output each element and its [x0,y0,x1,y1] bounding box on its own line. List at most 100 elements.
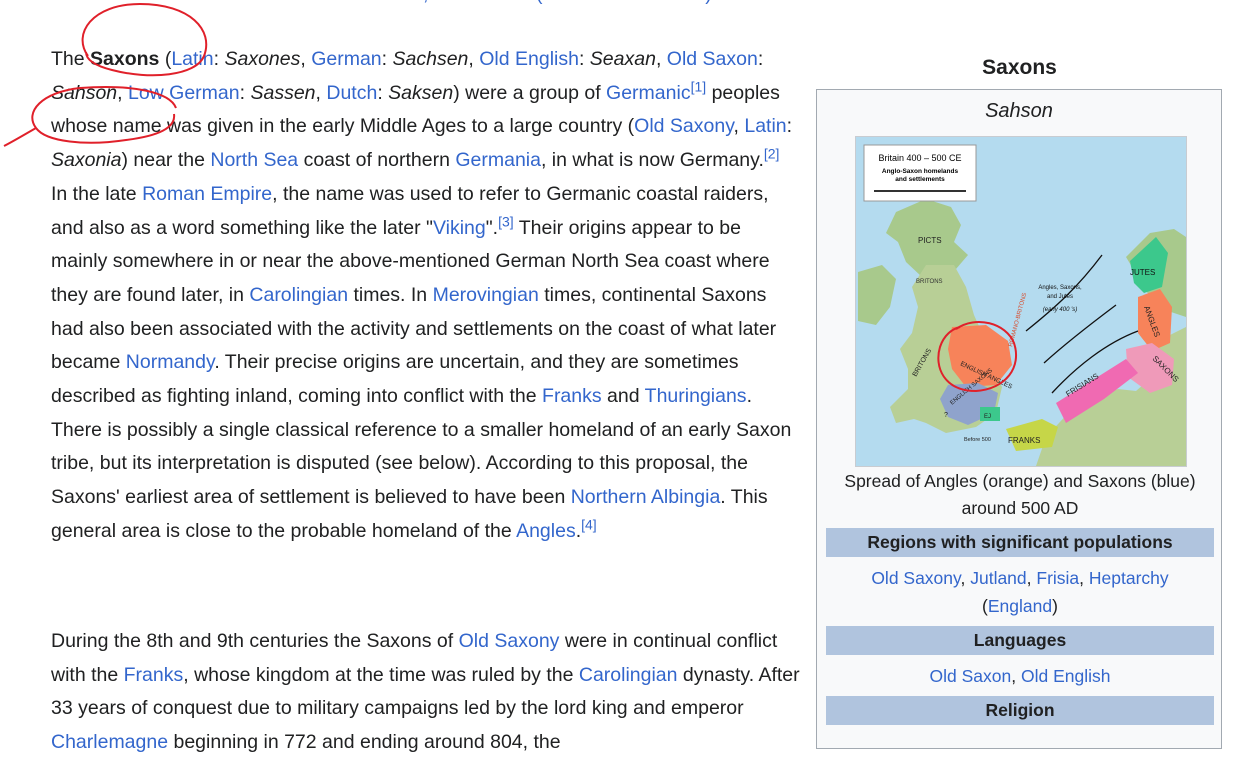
link-old-saxon[interactable]: Old Saxon [667,48,758,70]
name-old-saxon: Sahson [51,81,118,104]
text: , whose kingdom at the time was ruled by… [183,663,579,686]
link-latin[interactable]: Latin [171,48,213,70]
link-dutch[interactable]: Dutch [326,82,377,104]
text: : [239,81,251,104]
link-north-sea[interactable]: North Sea [210,149,298,171]
text: In the late [51,182,143,205]
link-old-saxony-ib[interactable]: Old Saxony [871,568,960,588]
cut-off-line: , ─────── (───── ───── ─) [423,0,712,12]
text: ) were a group of [453,81,607,104]
citation-3[interactable]: [3] [498,213,514,229]
regions-header: Regions with significant populations [826,528,1214,557]
link-england[interactable]: England [988,596,1052,616]
map-label-question: ? [944,412,948,419]
map-legend-sub2: and settlements [895,176,945,183]
map-label-picts: PICTS [918,236,942,245]
link-old-english-ib[interactable]: Old English [1021,666,1111,686]
link-franks-2[interactable]: Franks [124,664,184,686]
link-old-saxony[interactable]: Old Saxony [634,115,733,137]
second-paragraph: During the 8th and 9th centuries the Sax… [51,625,801,760]
link-northern-albingia[interactable]: Northern Albingia [571,486,721,508]
link-normandy[interactable]: Normandy [126,351,215,373]
name-latin: Saxones [224,48,301,70]
link-thuringians[interactable]: Thuringians [645,385,747,407]
link-low-german[interactable]: Low German [128,82,240,104]
text: ) near the [121,149,211,172]
article-subject: Saxons [90,48,160,70]
map-arrow-note-3: (early 400 's) [1043,307,1078,313]
name-saxonia: Saxonia [51,149,122,172]
separator: , [1011,666,1021,686]
text: : [786,115,793,138]
infobox-native-name: Sahson [985,100,1053,122]
link-franks[interactable]: Franks [542,385,602,407]
text: , in what is now Germany. [540,149,764,172]
map-label-ej: EJ [984,414,991,420]
separator: , [1079,568,1089,588]
name-old-english: Seaxan [589,48,656,70]
link-roman-empire[interactable]: Roman Empire [142,183,272,205]
link-charlemagne[interactable]: Charlemagne [51,731,168,753]
text: beginning in 772 and ending around 804, … [168,731,561,754]
languages-list: Old Saxon, Old English [826,662,1214,690]
infobox: Sahson Britain 400 – 500 CE Anglo-Saxon … [816,89,1222,749]
map-arrow-note-1: Angles, Saxons, [1038,285,1082,291]
text: coast of northern [298,149,456,172]
map-label-franks: FRANKS [1008,436,1040,445]
link-frisia[interactable]: Frisia [1036,568,1079,588]
link-old-saxon-ib[interactable]: Old Saxon [930,666,1012,686]
text: , [733,115,745,138]
link-latin-2[interactable]: Latin [744,115,786,137]
text: times. In [348,283,433,306]
link-merovingian[interactable]: Merovingian [433,284,539,306]
citation-2[interactable]: [2] [764,146,780,162]
link-germania[interactable]: Germania [455,149,541,171]
map-graphic: Britain 400 – 500 CE Anglo-Saxon homelan… [856,137,1186,466]
text: , [468,48,480,70]
link-angles[interactable]: Angles [516,520,576,542]
infobox-map-image[interactable]: Britain 400 – 500 CE Anglo-Saxon homelan… [855,136,1187,467]
link-jutland[interactable]: Jutland [970,568,1026,588]
citation-4[interactable]: [4] [581,516,597,532]
map-label-britons: BRITONS [916,279,943,285]
name-german: Sachsen [392,48,469,70]
regions-list: Old Saxony, Jutland, Frisia, Heptarchy (… [826,564,1214,620]
text: : [757,48,764,70]
link-old-saxony-2[interactable]: Old Saxony [459,630,560,652]
religion-header: Religion [826,696,1214,725]
text: , [300,48,312,70]
link-old-english[interactable]: Old English [479,48,579,70]
text: and [601,385,645,408]
map-arrow-note-2: and Jutes [1047,294,1073,300]
text: , [117,81,128,104]
infobox-title: Saxons [982,56,1057,79]
text: During the 8th and 9th centuries the Sax… [51,630,459,652]
link-carolingian[interactable]: Carolingian [249,284,348,306]
lead-paragraph: The Saxons (Latin: Saxones, German: Sach… [51,43,801,549]
text: , [315,81,327,104]
map-legend-sub1: Anglo-Saxon homelands [882,168,959,175]
map-label-jutes: JUTES [1130,268,1155,277]
separator: , [1026,568,1037,588]
text: : [578,48,590,70]
link-carolingian-2[interactable]: Carolingian [579,664,678,686]
text: : [213,48,225,70]
link-heptarchy[interactable]: Heptarchy [1089,568,1169,588]
citation-1[interactable]: [1] [691,78,707,94]
link-germanic[interactable]: Germanic [606,82,691,104]
text: , [655,48,667,70]
languages-header: Languages [826,626,1214,655]
text: : [377,81,389,104]
text: : [381,48,393,70]
paren-close: ) [1052,596,1058,616]
text: The [51,48,91,70]
text: ". [485,216,499,239]
link-german[interactable]: German [311,48,381,70]
name-low-german: Sassen [250,81,316,104]
name-dutch: Saksen [388,81,454,104]
map-legend-title: Britain 400 – 500 CE [878,153,961,163]
link-viking[interactable]: Viking [433,217,486,239]
map-label-before-500: Before 500 [964,437,991,443]
map-caption: Spread of Angles (orange) and Saxons (bl… [844,471,1196,518]
separator: , [960,568,971,588]
